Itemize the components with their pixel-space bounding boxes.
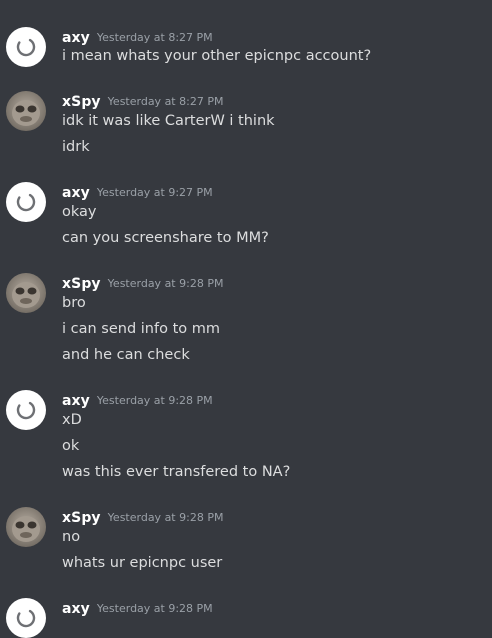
message-text: whats ur epicnpc user: [62, 555, 223, 571]
username[interactable]: axy: [62, 185, 90, 201]
username[interactable]: axy: [62, 601, 90, 617]
message-text: bro: [62, 295, 86, 311]
user-photo-icon[interactable]: [6, 91, 46, 131]
user-photo-icon[interactable]: [6, 273, 46, 313]
username[interactable]: xSpy: [62, 276, 101, 292]
message-text: and he can check: [62, 347, 190, 363]
chat-message-list: axy Yesterday at 8:27 PM i mean whats you…: [0, 0, 492, 638]
message-header: xSpy Yesterday at 8:27 PM: [62, 91, 223, 111]
timestamp: Yesterday at 9:27 PM: [96, 186, 213, 199]
timestamp: Yesterday at 9:28 PM: [96, 602, 213, 615]
loading-spinner-icon[interactable]: [6, 598, 46, 638]
message-header: axy Yesterday at 9:28 PM: [62, 390, 213, 410]
message-text: can you screenshare to MM?: [62, 230, 269, 246]
message-header: axy Yesterday at 9:28 PM: [62, 598, 213, 618]
message-header: xSpy Yesterday at 9:28 PM: [62, 507, 223, 527]
username[interactable]: axy: [62, 393, 90, 409]
message-text: xD: [62, 412, 82, 428]
username[interactable]: xSpy: [62, 94, 101, 110]
loading-spinner-icon[interactable]: [6, 27, 46, 67]
message-text: idk it was like CarterW i think: [62, 113, 275, 129]
loading-spinner-icon[interactable]: [6, 182, 46, 222]
message-text: ok: [62, 438, 80, 454]
message-header: xSpy Yesterday at 9:28 PM: [62, 273, 223, 293]
user-photo-icon[interactable]: [6, 507, 46, 547]
username[interactable]: xSpy: [62, 510, 101, 526]
message-text: idrk: [62, 139, 90, 155]
timestamp: Yesterday at 9:28 PM: [96, 394, 213, 407]
message-text: was this ever transfered to NA?: [62, 464, 291, 480]
username[interactable]: axy: [62, 30, 90, 46]
message-header: axy Yesterday at 9:27 PM: [62, 182, 213, 202]
message-text: okay: [62, 204, 97, 220]
timestamp: Yesterday at 8:27 PM: [96, 31, 213, 44]
timestamp: Yesterday at 8:27 PM: [107, 95, 224, 108]
message-header: axy Yesterday at 8:27 PM: [62, 27, 213, 47]
timestamp: Yesterday at 9:28 PM: [107, 511, 224, 524]
message-text: no: [62, 529, 81, 545]
message-text: i mean whats your other epicnpc account?: [62, 48, 372, 64]
loading-spinner-icon[interactable]: [6, 390, 46, 430]
message-text: i can send info to mm: [62, 321, 220, 337]
timestamp: Yesterday at 9:28 PM: [107, 277, 224, 290]
